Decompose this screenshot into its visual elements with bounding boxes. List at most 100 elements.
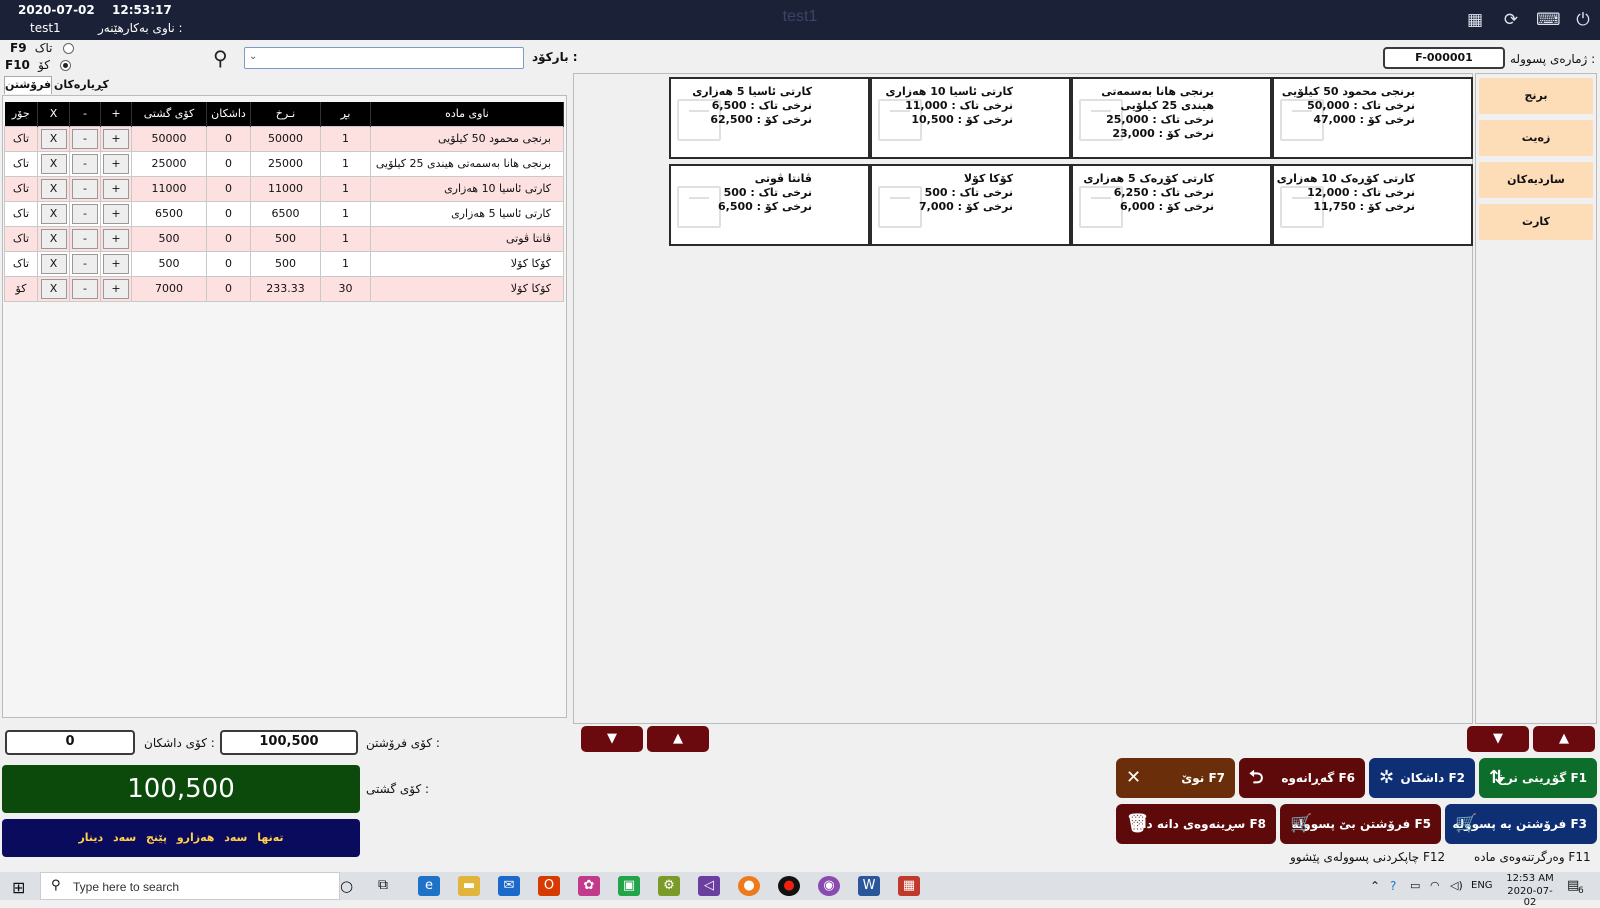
item-discount: 0	[206, 275, 251, 302]
single-key: F9	[10, 41, 27, 55]
decrease-qty-button[interactable]: -	[72, 128, 98, 149]
remove-cell: X	[37, 250, 70, 277]
app-icon[interactable]: ✿	[578, 876, 600, 896]
edge-icon[interactable]: e	[418, 876, 440, 896]
windows-start-icon[interactable]: ⊞	[12, 878, 25, 897]
new-button[interactable]: ✕ نوێ F7	[1116, 758, 1235, 798]
return-button[interactable]: ⮌ گەڕانەوە F6	[1239, 758, 1365, 798]
radio-button[interactable]	[60, 60, 72, 71]
chevron-down-icon[interactable]: ⌄	[249, 51, 257, 62]
radio-bulk[interactable]: F10 کۆ	[5, 58, 72, 72]
increase-qty-button[interactable]: +	[103, 278, 129, 299]
radio-button[interactable]	[62, 43, 74, 54]
tab-customers[interactable]: کڕیارەکان	[54, 77, 109, 94]
grid-scroll-down-button[interactable]: ▼	[581, 726, 643, 752]
minus-cell: -	[69, 125, 101, 152]
increase-qty-button[interactable]: +	[103, 128, 129, 149]
category-drinks[interactable]: ساردیەکان	[1479, 162, 1593, 198]
keyboard-icon[interactable]: ⌨	[1536, 10, 1561, 30]
category-rice[interactable]: برنج	[1479, 78, 1593, 114]
help-icon[interactable]: ?	[1390, 879, 1396, 893]
taskbar-search[interactable]: ⚲ Type here to search	[40, 872, 340, 900]
store-app-icon[interactable]: ▦	[898, 876, 920, 896]
volume-icon[interactable]: ◁)	[1450, 879, 1463, 892]
delete-item-button[interactable]: 🗑 سڕینەوەی دانە دانە F8	[1116, 804, 1276, 844]
increase-qty-button[interactable]: +	[103, 153, 129, 174]
category-oil[interactable]: زەیت	[1479, 120, 1593, 156]
visual-studio-icon[interactable]: ◁	[698, 876, 720, 896]
item-qty: 1	[320, 125, 371, 152]
tab-sales[interactable]: فرۆشتن	[4, 76, 52, 94]
sell-with-invoice-button[interactable]: 🛒 فرۆشتن بە پسوولە F3	[1445, 804, 1597, 844]
invoice-number: F-000001	[1383, 47, 1505, 69]
product-card[interactable]: برنجی هانا بەسمەتی هیندی 25 کیلۆیی نرخی ت…	[1071, 77, 1272, 159]
product-bulk-price: نرخی کۆ : 11,750	[1313, 200, 1415, 213]
item-discount: 0	[206, 250, 251, 277]
power-icon[interactable]: ⏻	[1572, 10, 1594, 30]
product-card[interactable]: برنجی محمود 50 کیلۆیی نرخی تاک : 50,000 نر…	[1272, 77, 1473, 159]
product-card[interactable]: کارتی ئاسیا 5 هەزاری نرخی تاک : 6,500 نرخی…	[669, 77, 870, 159]
app-icon[interactable]: ⚙	[658, 876, 680, 896]
grid-scroll-up-button[interactable]: ▲	[647, 726, 709, 752]
remove-item-button[interactable]: X	[40, 153, 67, 174]
mail-icon[interactable]: ✉	[498, 876, 520, 896]
decrease-qty-button[interactable]: -	[72, 153, 98, 174]
app-icon[interactable]: ◉	[818, 876, 840, 896]
table-row[interactable]: تاک X - +50000 0 50000 1 برنجی محمود 50 کیلۆیی	[4, 125, 564, 152]
decrease-qty-button[interactable]: -	[72, 178, 98, 199]
increase-qty-button[interactable]: +	[103, 203, 129, 224]
category-scroll-down-button[interactable]: ▼	[1467, 726, 1529, 752]
radio-single[interactable]: F9 تاک	[10, 41, 74, 55]
decrease-qty-button[interactable]: -	[72, 278, 98, 299]
record-icon[interactable]: ●	[778, 876, 800, 896]
decrease-qty-button[interactable]: -	[72, 228, 98, 249]
product-card[interactable]: کارتی ئاسیا 10 هەزاری نرخی تاک : 11,000 نر…	[870, 77, 1071, 159]
return-item-hint[interactable]: وەرگرتنەوەی مادە F11	[1474, 850, 1591, 864]
battery-icon[interactable]: ▭	[1410, 879, 1420, 892]
table-row[interactable]: تاک X - +500 0 500 1 ڤانتا ڤوتی	[4, 225, 564, 252]
table-row[interactable]: تاک X - +25000 0 25000 1 برنجی هانا بەسمەتی هین…	[4, 150, 564, 177]
clock-time[interactable]: 12:53 AM	[1505, 873, 1555, 884]
increase-qty-button[interactable]: +	[103, 178, 129, 199]
word-icon[interactable]: W	[858, 876, 880, 896]
increase-qty-button[interactable]: +	[103, 253, 129, 274]
calculator-icon[interactable]: ▦	[1464, 10, 1486, 30]
decrease-qty-button[interactable]: -	[72, 203, 98, 224]
remove-item-button[interactable]: X	[40, 128, 67, 149]
table-row[interactable]: تاک X - +6500 0 6500 1 کارتی ئاسیا 5 هەزاری	[4, 200, 564, 227]
barcode-input[interactable]: ⌄	[244, 47, 524, 69]
clock-date[interactable]: 2020-07-02	[1502, 886, 1558, 908]
firefox-icon[interactable]: ●	[738, 876, 760, 896]
product-card[interactable]: کارتی کۆڕەک 10 هەزاری نرخی تاک : 12,000 نر…	[1272, 164, 1473, 246]
product-card[interactable]: کۆکا کۆلا نرخی تاک : 500 نرخی کۆ : 7,000	[870, 164, 1071, 246]
search-icon[interactable]: ⚲	[213, 46, 228, 70]
discount-button[interactable]: ✲ داشکان F2	[1369, 758, 1475, 798]
category-cards[interactable]: کارت	[1479, 204, 1593, 240]
table-row[interactable]: کۆ X - +7000 0 233.33 30 کۆکا کۆلا	[4, 275, 564, 302]
product-single-price: نرخی تاک : 25,000	[1106, 113, 1214, 126]
decrease-qty-button[interactable]: -	[72, 253, 98, 274]
remove-item-button[interactable]: X	[40, 203, 67, 224]
increase-qty-button[interactable]: +	[103, 228, 129, 249]
chevron-up-icon[interactable]: ⌃	[1370, 879, 1380, 893]
print-previous-hint[interactable]: چاپکردنی پسوولەی پێشوو F12	[1290, 850, 1445, 864]
cortana-icon[interactable]: ○	[340, 877, 353, 895]
wifi-icon[interactable]: ◠	[1430, 879, 1440, 892]
task-view-icon[interactable]: ⧉	[378, 877, 388, 893]
remove-item-button[interactable]: X	[40, 253, 67, 274]
remove-item-button[interactable]: X	[40, 178, 67, 199]
product-card[interactable]: کارتی کۆڕەک 5 هەزاری نرخی تاک : 6,250 نرخی…	[1071, 164, 1272, 246]
table-row[interactable]: تاک X - +500 0 500 1 کۆکا کۆلا	[4, 250, 564, 277]
table-row[interactable]: تاک X - +11000 0 11000 1 کارتی ئاسیا 10 هەزاری	[4, 175, 564, 202]
app-icon[interactable]: ▣	[618, 876, 640, 896]
language-indicator[interactable]: ENG	[1471, 880, 1493, 891]
product-card[interactable]: ڤانتا ڤوتی نرخی تاک : 500 نرخی کۆ : 6,500	[669, 164, 870, 246]
remove-item-button[interactable]: X	[40, 228, 67, 249]
change-price-button[interactable]: ⇅ گۆڕینی نرخ F1	[1479, 758, 1597, 798]
office-icon[interactable]: O	[538, 876, 560, 896]
remove-item-button[interactable]: X	[40, 278, 67, 299]
folder-icon[interactable]: ▬	[458, 876, 480, 896]
refresh-icon[interactable]: ⟳	[1500, 10, 1522, 30]
category-scroll-up-button[interactable]: ▲	[1533, 726, 1595, 752]
sell-without-invoice-button[interactable]: 🛒 فرۆشتن بێ پسوولە F5	[1280, 804, 1441, 844]
